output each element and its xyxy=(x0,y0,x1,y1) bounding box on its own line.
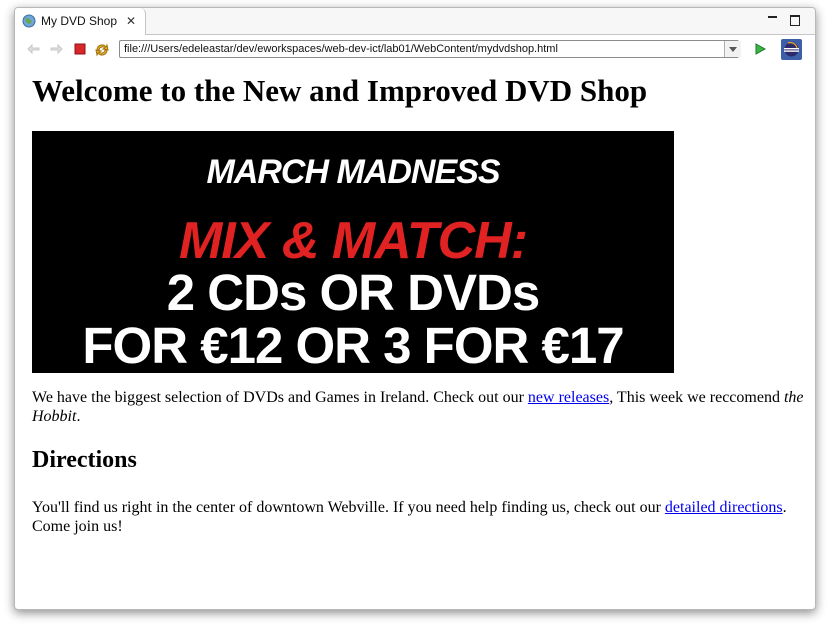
banner-line-1: MARCH MADNESS xyxy=(206,153,501,191)
stop-icon[interactable] xyxy=(73,42,87,56)
page-heading: Welcome to the New and Improved DVD Shop xyxy=(32,73,648,108)
maximize-button[interactable] xyxy=(790,15,800,26)
tab-bar: My DVD Shop ✕ xyxy=(15,8,815,35)
refresh-icon[interactable] xyxy=(94,42,110,58)
address-bar-input[interactable]: file:///Users/edeleastar/dev/eworkspaces… xyxy=(119,40,739,58)
tab-my-dvd-shop[interactable]: My DVD Shop ✕ xyxy=(15,8,146,35)
page-content: Welcome to the New and Improved DVD Shop… xyxy=(32,70,805,535)
banner-line-2: MIX & MATCH: xyxy=(178,212,528,270)
new-releases-link[interactable]: new releases xyxy=(528,389,609,406)
back-arrow-icon[interactable] xyxy=(27,42,41,56)
go-play-icon[interactable] xyxy=(754,43,766,55)
directions-paragraph: You'll find us right in the center of do… xyxy=(32,498,807,536)
eclipse-icon[interactable] xyxy=(781,39,802,60)
intro-text-middle: , This week we reccomend xyxy=(609,389,784,406)
banner-line-4: FOR €12 OR 3 FOR €17 xyxy=(82,317,624,374)
url-text: file:///Users/edeleastar/dev/eworkspaces… xyxy=(124,43,558,55)
directions-heading: Directions xyxy=(32,447,137,473)
directions-text-before: You'll find us right in the center of do… xyxy=(32,499,665,516)
globe-icon xyxy=(22,14,36,28)
close-tab-icon[interactable]: ✕ xyxy=(126,14,136,28)
browser-toolbar: file:///Users/edeleastar/dev/eworkspaces… xyxy=(15,36,815,64)
address-dropdown-button[interactable] xyxy=(724,41,741,57)
banner-line-3: 2 CDs OR DVDs xyxy=(166,264,540,321)
detailed-directions-link[interactable]: detailed directions xyxy=(665,499,783,516)
tab-divider xyxy=(145,34,815,35)
intro-paragraph: We have the biggest selection of DVDs an… xyxy=(32,388,807,426)
intro-text-before: We have the biggest selection of DVDs an… xyxy=(32,389,528,406)
minimize-button[interactable] xyxy=(768,16,777,20)
forward-arrow-icon[interactable] xyxy=(49,42,63,56)
promo-banner-image: MARCH MADNESS MIX & MATCH: 2 CDs OR DVDs… xyxy=(32,131,674,374)
chevron-down-icon xyxy=(729,47,737,52)
browser-window: My DVD Shop ✕ file:///Users/edeleastar/d… xyxy=(14,7,816,610)
intro-text-after: . xyxy=(76,408,81,425)
tab-title: My DVD Shop xyxy=(41,14,118,28)
